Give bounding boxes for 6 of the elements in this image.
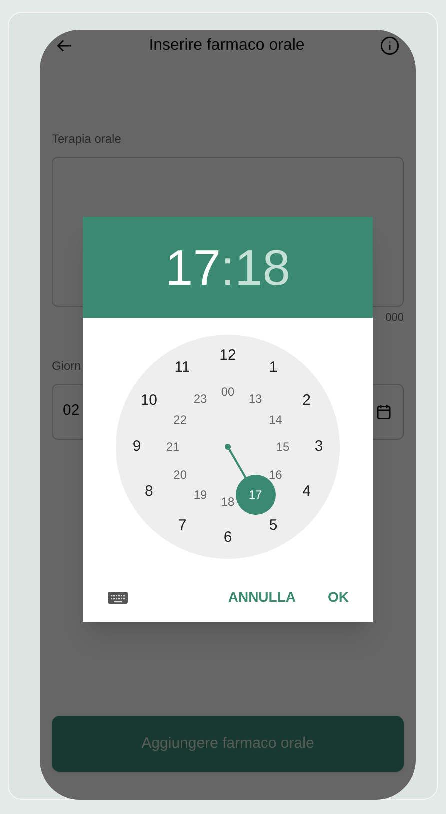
- date-value: 02: [63, 401, 80, 422]
- field-label: Terapia orale: [52, 131, 122, 148]
- time-separator: :: [221, 242, 235, 292]
- screen-title: Inserire farmaco orale: [149, 36, 305, 56]
- character-counter: 000: [386, 311, 404, 326]
- field-label: Giorn: [52, 358, 82, 374]
